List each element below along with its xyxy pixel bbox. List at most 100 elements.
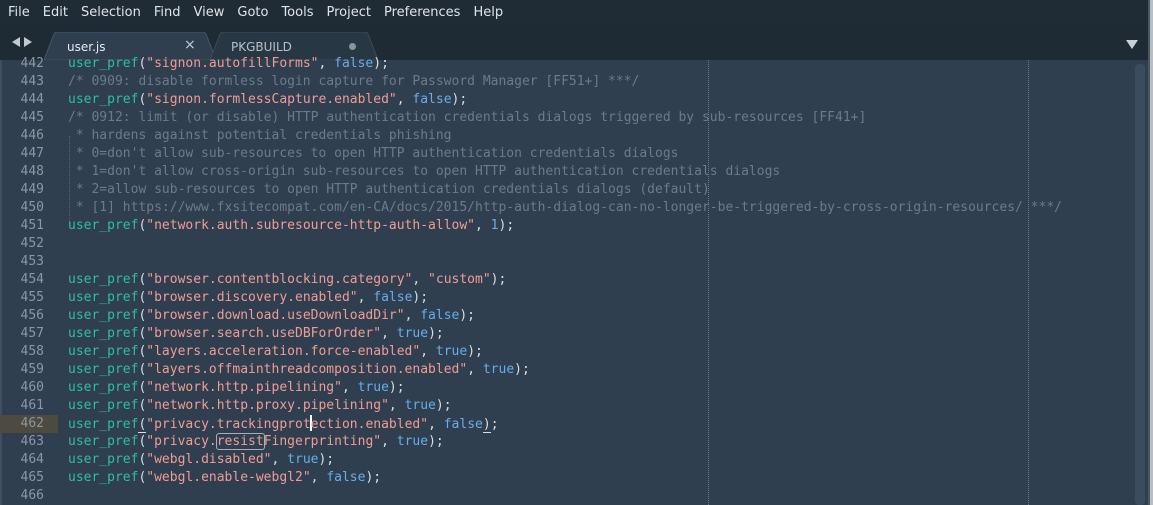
code-line[interactable]: 463 user_pref("privacy.resistFingerprinti… [0,433,1140,451]
code-line[interactable]: 444 user_pref("signon.formlessCapture.ena… [0,91,1140,109]
comment-token: * 0=don't allow sub-resources to open HT… [68,146,679,161]
code-line[interactable]: 458 user_pref("layers.acceleration.force-… [0,343,1140,361]
line-number: 443 [0,73,44,91]
menu-selection[interactable]: Selection [75,0,147,26]
line-number: 451 [0,217,44,235]
vertical-scrollbar[interactable] [1135,64,1145,505]
code-line[interactable]: 466 [0,487,1140,505]
punctuation-token: , [341,380,358,395]
code-line[interactable]: 457 user_pref("browser.search.useDBForOrd… [0,325,1140,343]
code-text: user_pref("layers.acceleration.force-ena… [68,343,483,361]
punctuation-token: ); [428,326,444,341]
code-line[interactable]: 453 [0,253,1140,271]
string-token: "privacy.trackingprot [146,417,311,432]
menu-file[interactable]: File [0,0,36,26]
line-number-text: 446 [20,128,44,143]
code-text: /* 0912: limit (or disable) HTTP authent… [68,109,866,127]
code-line[interactable]: 462 user_pref("privacy.trackingprotection… [0,415,1140,433]
function-token: user_pref [68,434,139,449]
punctuation-token: ); [365,470,382,485]
punctuation-token: , [412,272,429,287]
code-text: /* 0909: disable formless login capture … [68,73,639,91]
menu-find[interactable]: Find [148,0,187,26]
menu-view[interactable]: View [188,0,231,26]
string-token: "custom" [428,272,491,287]
code-text: user_pref("signon.autofillForms", false)… [68,55,389,73]
boolean-token: false [420,308,460,323]
string-token: Fingerprinting" [263,434,382,449]
string-token: "browser.search.useDBForOrder" [146,326,382,341]
punctuation-token: ; [490,417,499,432]
menu-project[interactable]: Project [320,0,376,26]
string-token: "signon.autofillForms" [146,56,319,71]
code-line[interactable]: 450 * [1] https://www.fxsitecompat.com/e… [0,199,1140,217]
close-icon[interactable]: × [184,37,196,53]
code-text: user_pref("browser.search.useDBForOrder"… [68,325,444,343]
tab-label: user.js [67,40,106,54]
line-number: 452 [0,235,44,253]
code-line[interactable]: 452 [0,235,1140,253]
boolean-token: false [326,470,366,485]
code-line[interactable]: 464 user_pref("webgl.disabled", true); [0,451,1140,469]
code-text: user_pref("webgl.enable-webgl2", false); [68,469,381,487]
string-token: ection.enabled" [310,417,429,432]
punctuation-token: , [388,398,405,413]
menu-preferences[interactable]: Preferences [378,0,466,26]
code-line[interactable]: 449 * 2=allow sub-resources to open HTTP… [0,181,1140,199]
menu-help[interactable]: Help [467,0,509,26]
menu-goto[interactable]: Goto [231,0,274,26]
menu-tools[interactable]: Tools [275,0,319,26]
line-number: 460 [0,379,44,397]
code-line[interactable]: 447 * 0=don't allow sub-resources to ope… [0,145,1140,163]
string-token: "webgl.enable-webgl2" [146,470,311,485]
triangle-down-icon[interactable] [1126,40,1138,49]
line-number-text: 448 [20,164,44,179]
code-text: * hardens against potential credentials … [68,127,452,145]
menu-edit[interactable]: Edit [37,0,74,26]
string-token: "layers.acceleration.force-enabled" [146,344,421,359]
line-number-text: 462 [20,416,44,431]
line-number-text: 457 [20,326,44,341]
line-number-text: 463 [20,434,44,449]
line-number-text: 459 [20,362,44,377]
code-line[interactable]: 459 user_pref("layers.offmainthreadcompos… [0,361,1140,379]
function-token: user_pref [68,362,139,377]
code-line[interactable]: 461 user_pref("network.http.proxy.pipelin… [0,397,1140,415]
line-number: 458 [0,343,44,361]
arrow-right-icon[interactable] [24,37,32,47]
line-number: 456 [0,307,44,325]
code-line[interactable]: 442 user_pref("signon.autofillForms", fal… [0,55,1140,73]
function-token: user_pref [68,344,139,359]
code-line[interactable]: 460 user_pref("network.http.pipelining", … [0,379,1140,397]
line-number-text: 447 [20,146,44,161]
punctuation-token: ); [318,452,335,467]
line-number: 463 [0,433,44,451]
code-line[interactable]: 448 * 1=don't allow cross-origin sub-res… [0,163,1140,181]
line-number: 461 [0,397,44,415]
line-number-text: 461 [20,398,44,413]
arrow-left-icon[interactable] [12,37,20,47]
code-text: * 0=don't allow sub-resources to open HT… [68,145,679,163]
find-match-highlight: resist [215,433,265,450]
code-line[interactable]: 454 user_pref("browser.contentblocking.ca… [0,271,1140,289]
line-number-text: 442 [20,56,44,71]
punctuation-token: , [475,218,491,233]
code-line[interactable]: 445 /* 0912: limit (or disable) HTTP auth… [0,109,1140,127]
line-number-text: 456 [20,308,44,323]
unsaved-dot-icon[interactable] [349,43,356,50]
line-number-text: 455 [20,290,44,305]
code-text: user_pref("privacy.resistFingerprinting"… [68,433,444,451]
comment-token: * hardens against potential credentials … [68,128,452,143]
code-line[interactable]: 446 * hardens against potential credenti… [0,127,1140,145]
code-line[interactable]: 465 user_pref("webgl.enable-webgl2", fals… [0,469,1140,487]
boolean-token: true [287,452,319,467]
line-number-text: 454 [20,272,44,287]
punctuation-token: , [318,56,335,71]
code-line[interactable]: 455 user_pref("browser.discovery.enabled"… [0,289,1140,307]
code-line[interactable]: 456 user_pref("browser.download.useDownlo… [0,307,1140,325]
code-text: user_pref("privacy.trackingprotection.en… [68,415,499,434]
code-line[interactable]: 451 user_pref("network.auth.subresource-h… [0,217,1140,235]
code-text: * 2=allow sub-resources to open HTTP aut… [68,181,710,199]
code-editor[interactable]: 442 user_pref("signon.autofillForms", fal… [0,56,1153,505]
code-line[interactable]: 443 /* 0909: disable formless login captu… [0,73,1140,91]
